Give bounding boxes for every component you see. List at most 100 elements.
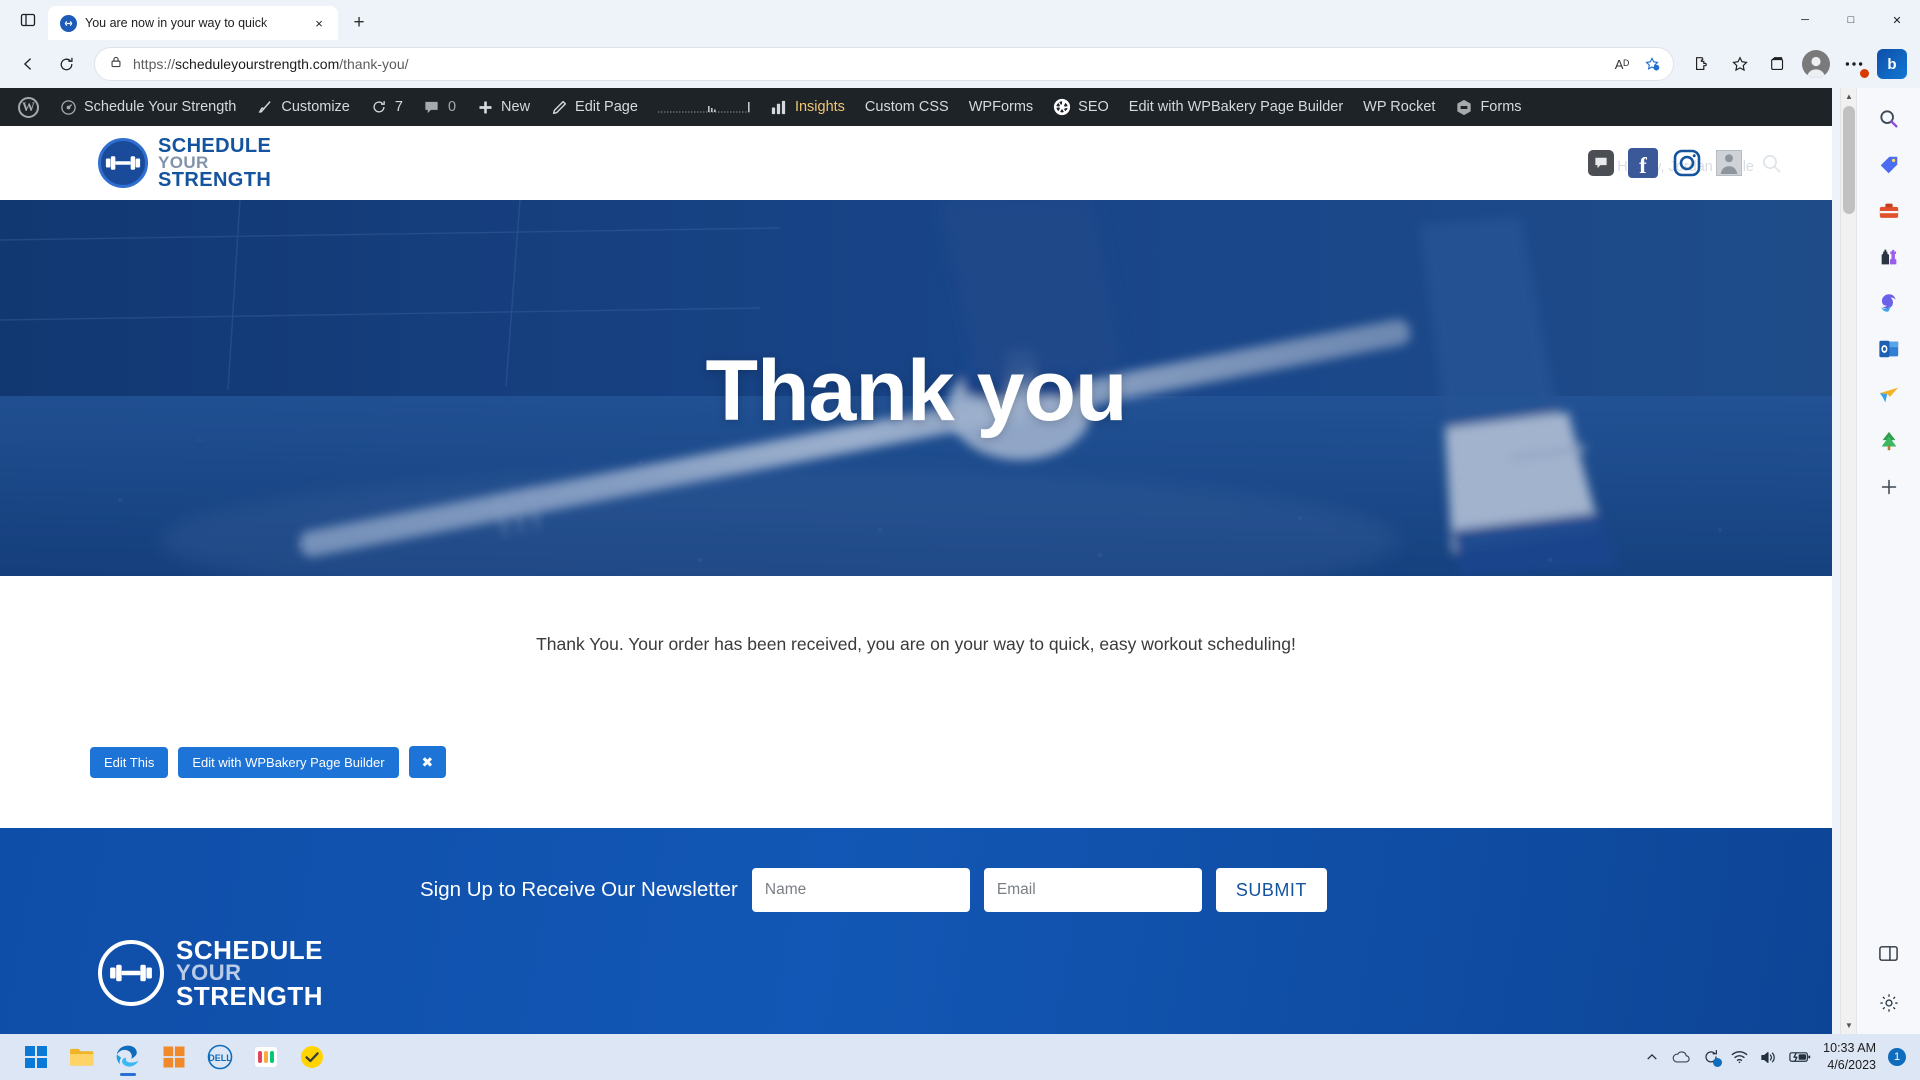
read-aloud-icon[interactable]: Aᴰ [1607, 49, 1637, 79]
browser-tab[interactable]: You are now in your way to quick × [48, 6, 338, 40]
scroll-up-arrow-icon[interactable]: ▲ [1841, 88, 1857, 105]
tab-title: You are now in your way to quick [85, 16, 268, 30]
seo-gear-icon [1053, 98, 1071, 116]
address-bar[interactable]: https://scheduleyourstrength.com/thank-y… [94, 47, 1674, 81]
back-icon[interactable] [10, 46, 46, 82]
favorites-icon[interactable] [1722, 46, 1758, 82]
microsoft-store-icon[interactable] [154, 1037, 194, 1077]
scrollbar-thumb[interactable] [1843, 106, 1855, 214]
scroll-down-arrow-icon[interactable]: ▼ [1841, 1017, 1857, 1034]
admin-bar-customize-label: Customize [281, 98, 350, 115]
admin-bar-seo[interactable]: SEO [1043, 88, 1119, 126]
admin-bar-sparkline[interactable] [648, 88, 760, 126]
admin-bar-wp-rocket[interactable]: WP Rocket [1353, 88, 1445, 126]
wordpress-logo-icon: W [18, 96, 39, 118]
admin-bar-new[interactable]: New [466, 88, 540, 126]
edit-with-wpbakery-button[interactable]: Edit with WPBakery Page Builder [178, 746, 399, 778]
admin-bar-updates-count: 7 [394, 98, 403, 115]
onedrive-cloud-icon[interactable] [1671, 1049, 1691, 1065]
user-avatar-icon[interactable] [1716, 150, 1742, 176]
footer-logo-line-3: STRENGTH [176, 980, 323, 1011]
shopping-tag-icon[interactable] [1872, 148, 1906, 182]
site-logo[interactable]: SCHEDULE YOUR STRENGTH [98, 136, 271, 190]
admin-bar-wpforms[interactable]: WPForms [959, 88, 1043, 126]
facebook-icon[interactable]: f [1628, 148, 1658, 178]
admin-bar-customize[interactable]: Customize [246, 88, 360, 126]
admin-bar-comments[interactable]: 0 [413, 88, 466, 126]
close-edit-bar-button[interactable]: ✖ [408, 746, 447, 778]
instagram-icon[interactable] [1672, 148, 1702, 178]
search-icon[interactable] [1872, 102, 1906, 136]
admin-bar-insights-label: Insights [794, 98, 845, 115]
admin-bar-site-name[interactable]: Schedule Your Strength [49, 88, 246, 126]
outlook-icon[interactable] [1872, 332, 1906, 366]
newsletter-name-input[interactable]: Name [751, 868, 970, 912]
todo-check-icon[interactable] [292, 1037, 332, 1077]
edit-this-button[interactable]: Edit This [90, 746, 169, 778]
settings-gear-icon[interactable] [1872, 986, 1906, 1020]
newsletter-name-placeholder: Name [764, 881, 807, 898]
tree-icon[interactable] [1872, 424, 1906, 458]
thank-you-message: Thank You. Your order has been received,… [536, 634, 1296, 654]
extensions-icon[interactable] [1684, 46, 1720, 82]
search-icon[interactable] [1756, 148, 1786, 178]
admin-bar-seo-label: SEO [1078, 98, 1109, 115]
admin-bar-updates[interactable]: 7 [360, 88, 413, 126]
windows-update-icon[interactable] [1703, 1049, 1723, 1067]
send-icon[interactable] [1872, 378, 1906, 412]
refresh-icon[interactable] [48, 46, 84, 82]
newsletter-email-placeholder: Email [996, 881, 1036, 898]
admin-bar-new-label: New [501, 98, 531, 115]
settings-and-more-icon[interactable] [1836, 46, 1872, 82]
wifi-icon[interactable] [1731, 1050, 1748, 1064]
favorite-star-icon[interactable] [1637, 49, 1667, 79]
tab-actions-icon[interactable] [8, 0, 48, 40]
plus-icon [476, 98, 494, 116]
taskbar-apps: DELL [0, 1037, 332, 1077]
newsletter-submit-button[interactable]: SUBMIT [1215, 868, 1327, 912]
edge-browser-icon[interactable] [108, 1037, 148, 1077]
admin-bar-forms-label: Forms [1480, 98, 1522, 115]
newsletter-email-input[interactable]: Email [983, 868, 1202, 912]
start-windows-icon[interactable] [16, 1037, 56, 1077]
add-icon[interactable] [1872, 470, 1906, 504]
hero-banner: Thank you [0, 200, 1832, 576]
taskbar-clock[interactable]: 10:33 AM 4/6/2023 [1823, 1040, 1876, 1074]
notification-badge[interactable]: 1 [1888, 1048, 1906, 1066]
admin-bar-custom-css[interactable]: Custom CSS [855, 88, 959, 126]
footer-logo[interactable]: SCHEDULE YOUR STRENGTH [98, 937, 323, 1011]
copilot-icon[interactable]: b [1874, 46, 1910, 82]
split-screen-icon[interactable] [1872, 936, 1906, 970]
site-header-actions: f [1588, 126, 1786, 200]
games-icon[interactable] [1872, 240, 1906, 274]
admin-bar-insights[interactable]: Insights [760, 88, 855, 126]
file-explorer-icon[interactable] [62, 1037, 102, 1077]
admin-bar-edit-wpbakery[interactable]: Edit with WPBakery Page Builder [1119, 88, 1353, 126]
new-tab-button[interactable]: + [344, 8, 374, 38]
admin-bar-forms[interactable]: Forms [1445, 88, 1531, 126]
battery-charging-icon[interactable] [1789, 1050, 1811, 1064]
tab-strip: You are now in your way to quick × + ─ □… [0, 0, 1920, 40]
clock-date: 4/6/2023 [1827, 1058, 1876, 1072]
collections-icon[interactable] [1760, 46, 1796, 82]
close-window-button[interactable]: ✕ [1874, 0, 1920, 40]
close-icon[interactable]: × [308, 12, 330, 34]
window-controls: ─ □ ✕ [1782, 0, 1920, 40]
chat-bubble-icon[interactable] [1588, 150, 1614, 176]
show-hidden-icons-icon[interactable] [1645, 1050, 1659, 1064]
comment-icon [423, 98, 441, 116]
monday-icon[interactable] [246, 1037, 286, 1077]
admin-bar-edit-page-label: Edit Page [575, 98, 638, 115]
admin-bar-edit-page[interactable]: Edit Page [540, 88, 648, 126]
minimize-button[interactable]: ─ [1782, 0, 1828, 40]
profile-avatar[interactable] [1798, 46, 1834, 82]
speaker-icon[interactable] [1760, 1050, 1777, 1065]
browser-toolbar: https://scheduleyourstrength.com/thank-y… [0, 40, 1920, 88]
copilot-icon[interactable] [1872, 286, 1906, 320]
tools-icon[interactable] [1872, 194, 1906, 228]
dell-icon[interactable]: DELL [200, 1037, 240, 1077]
page-scrollbar[interactable]: ▲ ▼ [1840, 88, 1856, 1034]
maximize-button[interactable]: □ [1828, 0, 1874, 40]
browser-window: You are now in your way to quick × + ─ □… [0, 0, 1920, 1034]
admin-bar-wordpress-logo[interactable]: W [8, 88, 49, 126]
